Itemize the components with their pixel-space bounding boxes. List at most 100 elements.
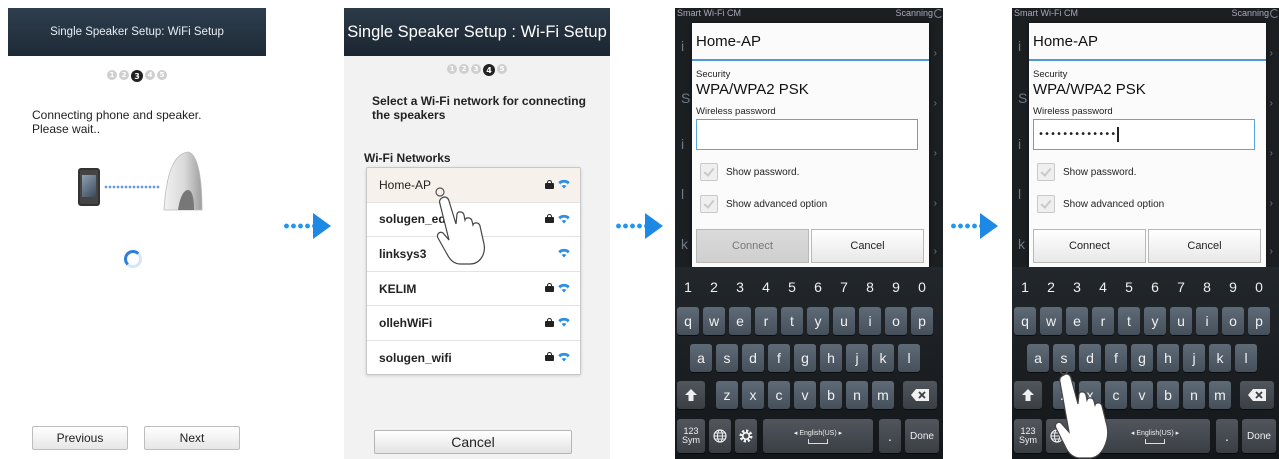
- key-8[interactable]: 8: [859, 273, 881, 301]
- done-key[interactable]: Done: [905, 419, 939, 453]
- key-7[interactable]: 7: [1170, 273, 1192, 301]
- done-key[interactable]: Done: [1242, 419, 1276, 453]
- key-m[interactable]: m: [872, 381, 894, 409]
- settings-key[interactable]: [735, 419, 757, 453]
- key-x[interactable]: x: [742, 381, 764, 409]
- cancel-button[interactable]: Cancel: [1148, 229, 1261, 263]
- key-m[interactable]: m: [1209, 381, 1231, 409]
- password-dialog: Home-AP Security WPA/WPA2 PSK Wireless p…: [692, 23, 929, 267]
- wifi-item-solugen-wifi[interactable]: solugen_wifi: [367, 341, 580, 374]
- key-7[interactable]: 7: [833, 273, 855, 301]
- key-4[interactable]: 4: [755, 273, 777, 301]
- key-2[interactable]: 2: [1040, 273, 1062, 301]
- language-globe-key[interactable]: [709, 419, 731, 453]
- key-a[interactable]: a: [690, 344, 712, 372]
- period-key[interactable]: .: [1216, 419, 1238, 453]
- cancel-button[interactable]: Cancel: [811, 229, 924, 263]
- next-button[interactable]: Next: [144, 426, 240, 450]
- key-d[interactable]: d: [742, 344, 764, 372]
- key-0[interactable]: 0: [911, 273, 933, 301]
- key-3[interactable]: 3: [1066, 273, 1088, 301]
- period-key[interactable]: .: [879, 419, 901, 453]
- key-o[interactable]: o: [1222, 307, 1244, 335]
- key-y[interactable]: y: [807, 307, 829, 335]
- key-q[interactable]: q: [677, 307, 699, 335]
- key-4[interactable]: 4: [1092, 273, 1114, 301]
- key-t[interactable]: t: [781, 307, 803, 335]
- wifi-item-kelim[interactable]: KELIM: [367, 272, 580, 307]
- key-i[interactable]: i: [859, 307, 881, 335]
- key-n[interactable]: n: [1183, 381, 1205, 409]
- key-2[interactable]: 2: [703, 273, 725, 301]
- key-5[interactable]: 5: [781, 273, 803, 301]
- show-password-checkbox[interactable]: [700, 163, 718, 181]
- key-l[interactable]: l: [1235, 344, 1257, 372]
- key-i[interactable]: i: [1196, 307, 1218, 335]
- backspace-key[interactable]: [903, 381, 937, 409]
- key-r[interactable]: r: [1092, 307, 1114, 335]
- key-v[interactable]: v: [794, 381, 816, 409]
- key-1[interactable]: 1: [677, 273, 699, 301]
- key-3[interactable]: 3: [729, 273, 751, 301]
- key-f[interactable]: f: [768, 344, 790, 372]
- backspace-key[interactable]: [1240, 381, 1274, 409]
- key-1[interactable]: 1: [1014, 273, 1036, 301]
- key-e[interactable]: e: [729, 307, 751, 335]
- symbols-key[interactable]: 123 Sym: [1014, 419, 1042, 453]
- symbols-key[interactable]: 123 Sym: [677, 419, 705, 453]
- key-p[interactable]: p: [911, 307, 933, 335]
- key-k[interactable]: k: [872, 344, 894, 372]
- key-h[interactable]: h: [820, 344, 842, 372]
- key-u[interactable]: u: [1170, 307, 1192, 335]
- key-g[interactable]: g: [794, 344, 816, 372]
- previous-button[interactable]: Previous: [32, 426, 128, 450]
- key-w[interactable]: w: [1040, 307, 1062, 335]
- dialog-title: Home-AP: [1033, 32, 1099, 50]
- key-p[interactable]: p: [1248, 307, 1270, 335]
- advanced-option-checkbox[interactable]: [700, 195, 718, 213]
- key-w[interactable]: w: [703, 307, 725, 335]
- cancel-button[interactable]: Cancel: [374, 430, 572, 454]
- key-l[interactable]: l: [898, 344, 920, 372]
- password-input[interactable]: •••••••••••••: [1033, 119, 1255, 150]
- key-z[interactable]: z: [716, 381, 738, 409]
- key-9[interactable]: 9: [885, 273, 907, 301]
- key-5[interactable]: 5: [1118, 273, 1140, 301]
- key-n[interactable]: n: [846, 381, 868, 409]
- advanced-option-checkbox[interactable]: [1037, 195, 1055, 213]
- key-q[interactable]: q: [1014, 307, 1036, 335]
- key-h[interactable]: h: [1157, 344, 1179, 372]
- wifi-item-ollehwifi[interactable]: ollehWiFi: [367, 306, 580, 341]
- connect-button[interactable]: Connect: [696, 229, 809, 263]
- key-0[interactable]: 0: [1248, 273, 1270, 301]
- show-password-checkbox[interactable]: [1037, 163, 1055, 181]
- key-g[interactable]: g: [1131, 344, 1153, 372]
- key-6[interactable]: 6: [807, 273, 829, 301]
- key-8[interactable]: 8: [1196, 273, 1218, 301]
- key-9[interactable]: 9: [1222, 273, 1244, 301]
- key-y[interactable]: y: [1144, 307, 1166, 335]
- key-c[interactable]: c: [768, 381, 790, 409]
- key-k[interactable]: k: [1209, 344, 1231, 372]
- password-label: Wireless password: [696, 106, 776, 117]
- password-input[interactable]: [696, 119, 918, 150]
- key-o[interactable]: o: [885, 307, 907, 335]
- key-a[interactable]: a: [1027, 344, 1049, 372]
- key-b[interactable]: b: [1157, 381, 1179, 409]
- connect-button[interactable]: Connect: [1033, 229, 1146, 263]
- shift-key[interactable]: [1014, 381, 1042, 409]
- key-6[interactable]: 6: [1144, 273, 1166, 301]
- key-t[interactable]: t: [1118, 307, 1140, 335]
- key-e[interactable]: e: [1066, 307, 1088, 335]
- key-v[interactable]: v: [1131, 381, 1153, 409]
- key-b[interactable]: b: [820, 381, 842, 409]
- key-s[interactable]: s: [716, 344, 738, 372]
- key-j[interactable]: j: [846, 344, 868, 372]
- key-r[interactable]: r: [755, 307, 777, 335]
- bg-list-glyph: i: [681, 136, 685, 152]
- key-j[interactable]: j: [1183, 344, 1205, 372]
- scan-icon: [1270, 9, 1279, 18]
- space-key[interactable]: ◂ English(US) ▸: [763, 419, 873, 453]
- shift-key[interactable]: [677, 381, 705, 409]
- key-u[interactable]: u: [833, 307, 855, 335]
